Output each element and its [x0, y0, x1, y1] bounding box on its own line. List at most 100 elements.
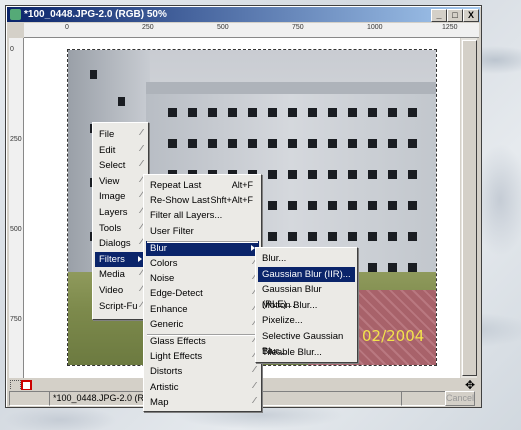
blur-item-gaussian-blur-rle[interactable]: Gaussian Blur (RLE)...: [258, 282, 355, 310]
blur-submenu: Blur... Gaussian Blur (IIR)... Gaussian Bl…: [255, 247, 358, 363]
tearoff-icon: [245, 366, 258, 373]
photo-window: [388, 232, 397, 241]
photo-window: [228, 108, 237, 117]
menu-accelerator: Shft+Alt+F: [210, 195, 253, 206]
menu-item-label: Tools: [99, 222, 122, 234]
menu-item-video[interactable]: Video: [95, 283, 146, 298]
menu-item-label: Colors: [150, 258, 178, 269]
filters-item-noise[interactable]: Noise: [146, 271, 259, 286]
photo-window: [90, 70, 97, 79]
ruler-label: 1250: [442, 24, 458, 31]
photo-window: [228, 139, 237, 148]
filters-item-light-effects[interactable]: Light Effects: [146, 349, 259, 364]
tearoff-icon: [132, 160, 145, 167]
horizontal-ruler[interactable]: 0 250 500 750 1000 1250: [24, 23, 479, 38]
photo-window: [308, 108, 317, 117]
menu-item-filters[interactable]: Filters: [95, 251, 146, 267]
tearoff-icon: [245, 396, 258, 403]
filters-item-user-filter[interactable]: User Filter: [146, 224, 259, 239]
photo-window: [408, 232, 417, 241]
photo-window: [408, 108, 417, 117]
ruler-label: 0: [65, 24, 69, 31]
scrollbar-thumb[interactable]: [462, 40, 477, 376]
menu-item-script-fu[interactable]: Script-Fu: [95, 299, 146, 314]
tearoff-icon: [245, 381, 258, 388]
blur-item-pixelize[interactable]: Pixelize...: [258, 313, 355, 328]
menu-item-label: Select: [99, 160, 126, 172]
menu-item-edit[interactable]: Edit: [95, 143, 146, 158]
filters-item-map[interactable]: Map: [146, 395, 259, 410]
photo-window: [308, 170, 317, 179]
photo-window: [368, 201, 377, 210]
filters-item-repeat-last[interactable]: Repeat Last Alt+F: [146, 178, 259, 193]
photo-window: [288, 139, 297, 148]
minimize-button[interactable]: _: [431, 9, 447, 22]
menu-item-label: Tileable Blur...: [262, 346, 322, 358]
gimp-app-icon[interactable]: [10, 9, 21, 20]
filters-item-distorts[interactable]: Distorts: [146, 364, 259, 379]
photo-window: [248, 139, 257, 148]
title-bar[interactable]: *100_0448.JPG-2.0 (RGB) 50% _ □ X: [7, 7, 480, 22]
photo-window: [188, 139, 197, 148]
menu-item-label: Pixelize...: [262, 315, 303, 327]
filters-item-colors[interactable]: Colors: [146, 256, 259, 271]
filters-item-enhance[interactable]: Enhance: [146, 302, 259, 317]
filters-item-artistic[interactable]: Artistic: [146, 380, 259, 395]
filters-item-generic[interactable]: Generic: [146, 317, 259, 332]
menu-item-layers[interactable]: Layers: [95, 205, 146, 220]
cancel-button[interactable]: Cancel: [445, 391, 475, 406]
photo-window: [308, 232, 317, 241]
menu-item-label: Video: [99, 285, 124, 296]
photo-window: [268, 170, 277, 179]
blur-item-tileable-blur[interactable]: Tileable Blur...: [258, 345, 355, 360]
photo-window: [168, 139, 177, 148]
menu-item-select[interactable]: Select: [95, 158, 146, 173]
photo-window: [288, 170, 297, 179]
filters-item-filter-all-layers[interactable]: Filter all Layers...: [146, 208, 259, 223]
menu-item-label: Map: [150, 396, 169, 408]
menu-item-dialogs[interactable]: Dialogs: [95, 236, 146, 251]
photo-window: [308, 201, 317, 210]
filters-item-re-show-last[interactable]: Re-Show Last Shft+Alt+F: [146, 193, 259, 208]
menu-item-label: Artistic: [150, 381, 179, 393]
ruler-label: 500: [10, 226, 22, 233]
blur-item-blur[interactable]: Blur...: [258, 251, 355, 266]
filters-item-glass-effects[interactable]: Glass Effects: [146, 334, 259, 349]
menu-separator: [147, 334, 258, 336]
photo-window: [328, 201, 337, 210]
menu-item-view[interactable]: View: [95, 174, 146, 189]
menu-item-label: Enhance: [150, 303, 188, 315]
photo-window: [188, 108, 197, 117]
photo-window: [348, 170, 357, 179]
blur-item-motion-blur[interactable]: Motion Blur...: [258, 298, 355, 313]
photo-window: [348, 201, 357, 210]
blur-item-selective-gaussian-blur[interactable]: Selective Gaussian Blur...: [258, 329, 355, 357]
maximize-button[interactable]: □: [447, 9, 463, 22]
photo-window: [328, 108, 337, 117]
photo-window: [388, 108, 397, 117]
menu-item-image[interactable]: Image: [95, 189, 146, 204]
window-title: *100_0448.JPG-2.0 (RGB) 50%: [24, 9, 167, 20]
close-button[interactable]: X: [463, 9, 479, 22]
menu-item-tools[interactable]: Tools: [95, 221, 146, 236]
blur-item-gaussian-blur-iir[interactable]: Gaussian Blur (IIR)...: [258, 266, 355, 282]
menu-item-label: Filters: [99, 253, 125, 265]
photo-window: [388, 139, 397, 148]
vertical-scrollbar[interactable]: [461, 38, 477, 378]
filters-item-blur[interactable]: Blur: [146, 240, 259, 256]
menu-item-label: Edge-Detect: [150, 288, 203, 300]
photo-window: [348, 139, 357, 148]
photo-window: [368, 170, 377, 179]
photo-roofline: [146, 82, 436, 94]
filters-item-edge-detect[interactable]: Edge-Detect: [146, 286, 259, 301]
submenu-arrow-icon: [138, 255, 142, 262]
menu-item-label: Script-Fu: [99, 300, 138, 312]
date-stamp: 02/2004: [362, 327, 425, 345]
ruler-label: 1000: [367, 24, 383, 31]
menu-item-file[interactable]: File: [95, 127, 146, 142]
vertical-ruler[interactable]: 0 250 500 750: [9, 38, 24, 378]
menu-item-media[interactable]: Media: [95, 267, 146, 282]
menu-item-label: Re-Show Last: [150, 195, 210, 207]
ruler-corner[interactable]: [9, 23, 24, 38]
ruler-label: 250: [10, 136, 22, 143]
